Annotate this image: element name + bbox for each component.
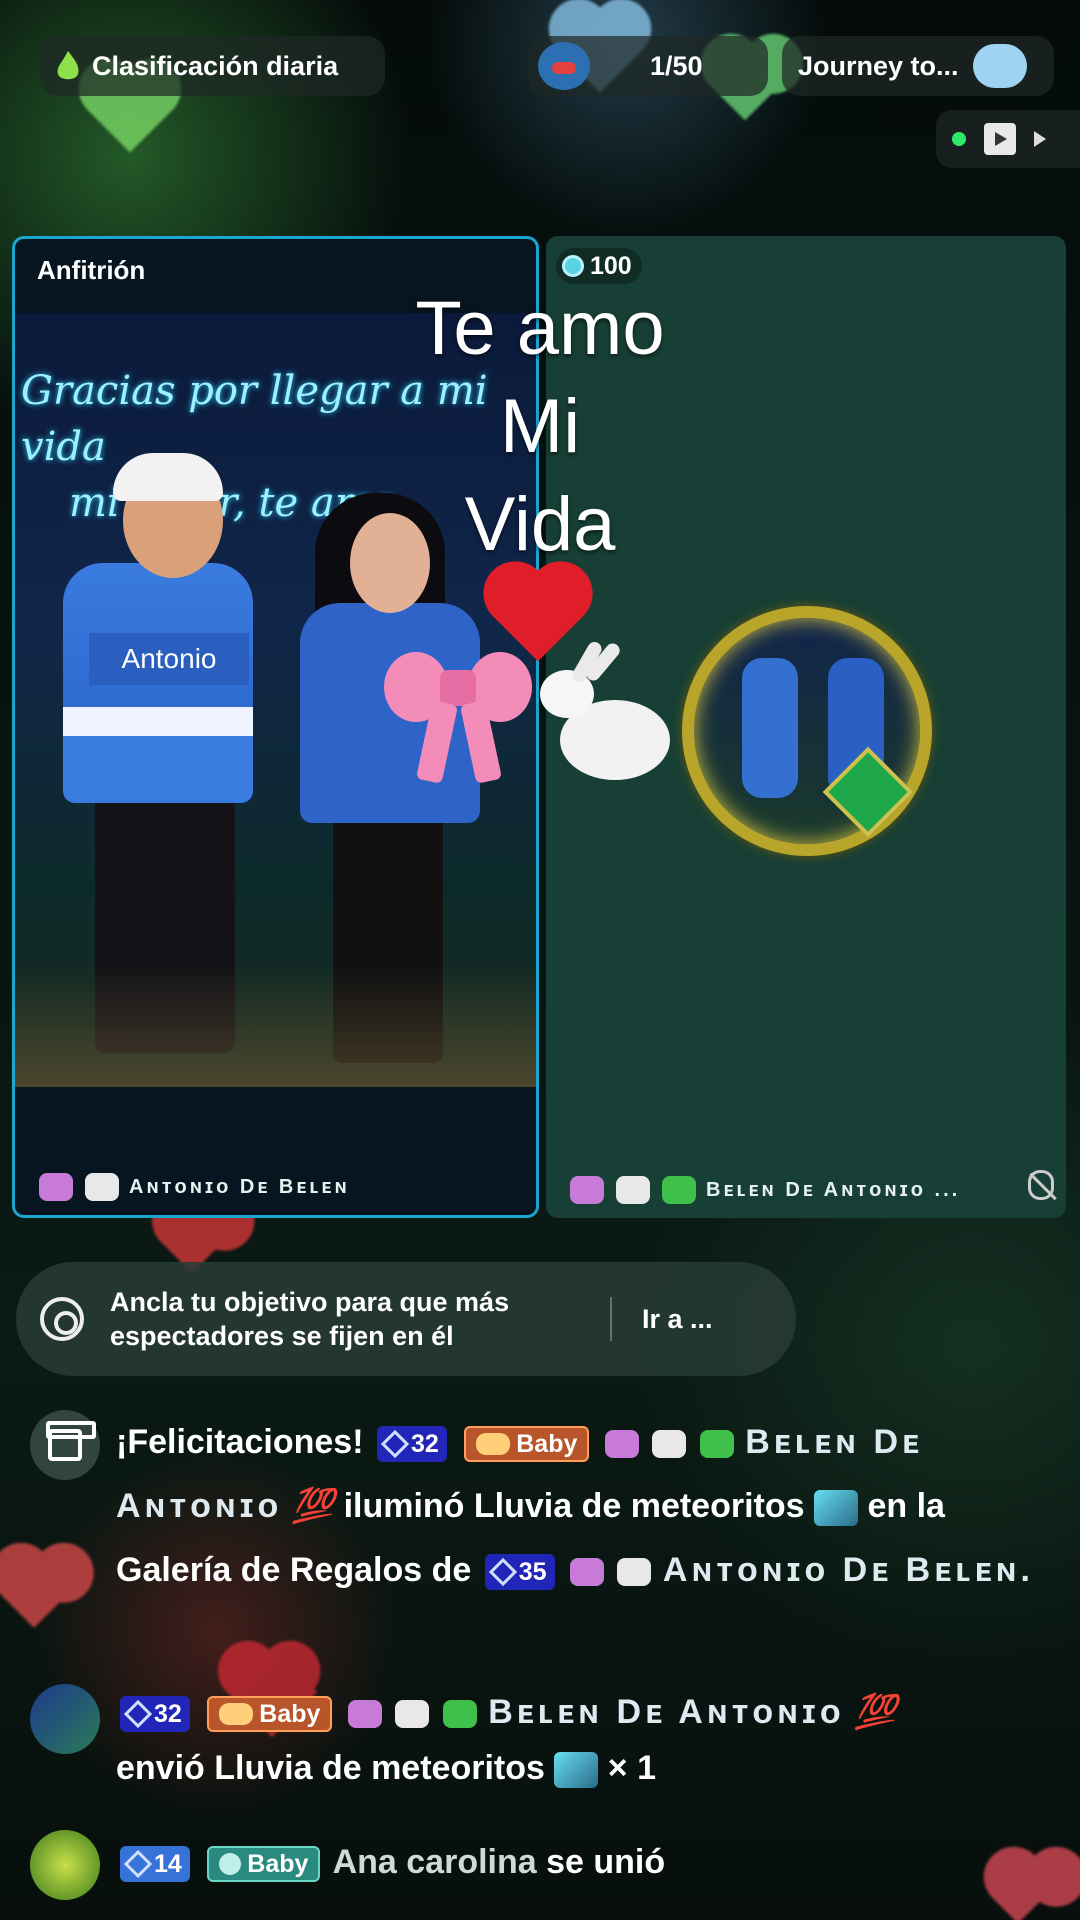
- level-badge[interactable]: 35: [484, 1554, 555, 1591]
- path-glow: [15, 967, 536, 1087]
- bow-emoji-icon: [604, 1430, 639, 1459]
- chat-message-body: ¡Felicitaciones! 32 Baby Bᴇʟᴇɴ Dᴇ Aɴᴛᴏɴɪ…: [116, 1410, 1060, 1602]
- host-name-text: Aɴᴛᴏɴɪᴏ Dᴇ Bᴇʟᴇɴ: [129, 1175, 350, 1198]
- overlay-line2: Mi: [499, 384, 581, 469]
- goal-count: 1/50: [650, 50, 703, 81]
- chat-message-body: 32 Baby Bᴇʟᴇɴ Dᴇ Aɴᴛᴏɴɪᴏ 💯 envió Lluvia …: [116, 1684, 1060, 1796]
- meteor-gift-icon: [814, 1490, 858, 1527]
- clover-emoji-icon: [442, 1700, 477, 1729]
- meteor-gift-icon: [554, 1752, 599, 1789]
- congrats-label: ¡Felicitaciones!: [116, 1423, 364, 1461]
- chat-username[interactable]: Ana carolina: [333, 1843, 537, 1881]
- heart-badge-icon: [219, 1853, 242, 1876]
- diamond-icon: [488, 1557, 517, 1587]
- bow-emoji-icon: [569, 1558, 604, 1587]
- overlay-text: Te amo Mi Vida: [390, 280, 690, 574]
- level-value: 32: [154, 1700, 182, 1729]
- guest-coins: 100: [590, 251, 632, 280]
- gift-quantity: × 1: [607, 1749, 657, 1787]
- fan-badge-label: Baby: [247, 1850, 309, 1879]
- diamond-icon: [380, 1429, 410, 1459]
- play-home-icon[interactable]: [984, 123, 1016, 155]
- fan-club-icon: [219, 1703, 254, 1726]
- journey-button[interactable]: Journey to...: [782, 36, 1054, 96]
- diamond-icon: [123, 1849, 153, 1879]
- rabbit-icon: [540, 639, 670, 790]
- guest-name-text: Bᴇʟᴇɴ Dᴇ Aɴᴛᴏɴɪᴏ ...: [706, 1178, 961, 1201]
- flame-icon: [57, 51, 79, 80]
- daily-ranking-label: Clasificación diaria: [92, 50, 339, 81]
- chat-action: se unió: [546, 1843, 666, 1881]
- rabbit-emoji-icon: [652, 1430, 687, 1459]
- play-arrow-icon[interactable]: [1034, 131, 1046, 147]
- goal-banner-text: Ancla tu objetivo para que más espectado…: [110, 1287, 510, 1351]
- clover-emoji-icon: [699, 1430, 734, 1459]
- diamond-icon: [123, 1699, 153, 1729]
- man-hoodie-name: Antonio: [89, 633, 249, 685]
- rabbit-emoji-icon: [395, 1700, 430, 1729]
- host-name[interactable]: Aɴᴛᴏɴɪᴏ Dᴇ Bᴇʟᴇɴ: [37, 1173, 350, 1201]
- chat-action: envió Lluvia de meteoritos: [116, 1749, 545, 1787]
- gift-message-icon-circle: [30, 1410, 100, 1480]
- fan-badge-label: Baby: [516, 1430, 578, 1459]
- guest-coin-badge: 100: [556, 248, 642, 284]
- fish-avatar-icon: [538, 42, 590, 90]
- overlay-line3: Vida: [464, 482, 616, 567]
- avatar-figure-man: [742, 658, 798, 798]
- overlay-line1: Te amo: [415, 286, 665, 371]
- chat-message-body: 14 Baby Ana carolina se unió: [116, 1830, 1060, 1894]
- divider: [610, 1297, 612, 1341]
- level-value: 32: [410, 1430, 439, 1459]
- fan-club-icon: [476, 1433, 511, 1456]
- level-badge[interactable]: 14: [120, 1846, 190, 1883]
- avatar[interactable]: [30, 1830, 100, 1900]
- clover-emoji-icon: [662, 1176, 696, 1204]
- chat-message: ¡Felicitaciones! 32 Baby Bᴇʟᴇɴ Dᴇ Aɴᴛᴏɴɪ…: [30, 1410, 1060, 1602]
- fan-badge[interactable]: Baby: [207, 1696, 333, 1733]
- hundred-emoji-icon: 💯: [291, 1487, 335, 1525]
- host-role-label: Anfitrión: [37, 255, 146, 285]
- bow-emoji-icon: [347, 1700, 382, 1729]
- rabbit-emoji-icon: [617, 1558, 652, 1587]
- fan-badge-label: Baby: [259, 1700, 321, 1729]
- rabbit-emoji-icon: [616, 1176, 650, 1204]
- live-dot-icon: [952, 132, 966, 146]
- chat-message: 32 Baby Bᴇʟᴇɴ Dᴇ Aɴᴛᴏɴɪᴏ 💯 envió Lluvia …: [30, 1684, 1060, 1796]
- live-mini-controls[interactable]: [936, 110, 1080, 168]
- level-value: 35: [518, 1558, 547, 1587]
- rabbit-emoji-icon: [85, 1173, 119, 1201]
- coin-icon: [562, 255, 584, 277]
- gift-icon: [46, 1421, 96, 1461]
- goal-go-link[interactable]: Ir a ...: [642, 1304, 713, 1335]
- level-badge[interactable]: 32: [120, 1696, 190, 1733]
- fan-badge[interactable]: Baby: [464, 1426, 590, 1463]
- fan-badge[interactable]: Baby: [207, 1846, 321, 1883]
- journey-label: Journey to...: [798, 50, 959, 81]
- chat-username[interactable]: Aɴᴛᴏɴɪᴏ Dᴇ Bᴇʟᴇɴ.: [663, 1551, 1034, 1589]
- guest-name[interactable]: Bᴇʟᴇɴ Dᴇ Aɴᴛᴏɴɪᴏ ...: [568, 1176, 960, 1204]
- level-badge[interactable]: 32: [376, 1426, 447, 1463]
- target-icon: [40, 1297, 84, 1341]
- avatar[interactable]: [30, 1684, 100, 1754]
- man-figure-cap: [113, 453, 223, 501]
- viewer-goal-button[interactable]: 1/50: [528, 36, 768, 96]
- pink-bow-icon: [384, 642, 534, 784]
- bow-emoji-icon: [570, 1176, 604, 1204]
- daily-ranking-button[interactable]: Clasificación diaria: [40, 36, 385, 96]
- chat-username[interactable]: Bᴇʟᴇɴ Dᴇ Aɴᴛᴏɴɪᴏ: [488, 1693, 844, 1731]
- mic-off-icon[interactable]: [1028, 1170, 1054, 1200]
- chat-action: iluminó Lluvia de meteoritos: [343, 1487, 805, 1525]
- hundred-emoji-icon: 💯: [854, 1693, 897, 1731]
- chat-message: 14 Baby Ana carolina se unió: [30, 1830, 1060, 1900]
- anchor-goal-banner[interactable]: Ancla tu objetivo para que más espectado…: [16, 1262, 796, 1376]
- level-value: 14: [154, 1850, 182, 1879]
- bow-emoji-icon: [39, 1173, 73, 1201]
- guest-avatar[interactable]: [682, 606, 932, 856]
- cloud-icon: [972, 44, 1027, 88]
